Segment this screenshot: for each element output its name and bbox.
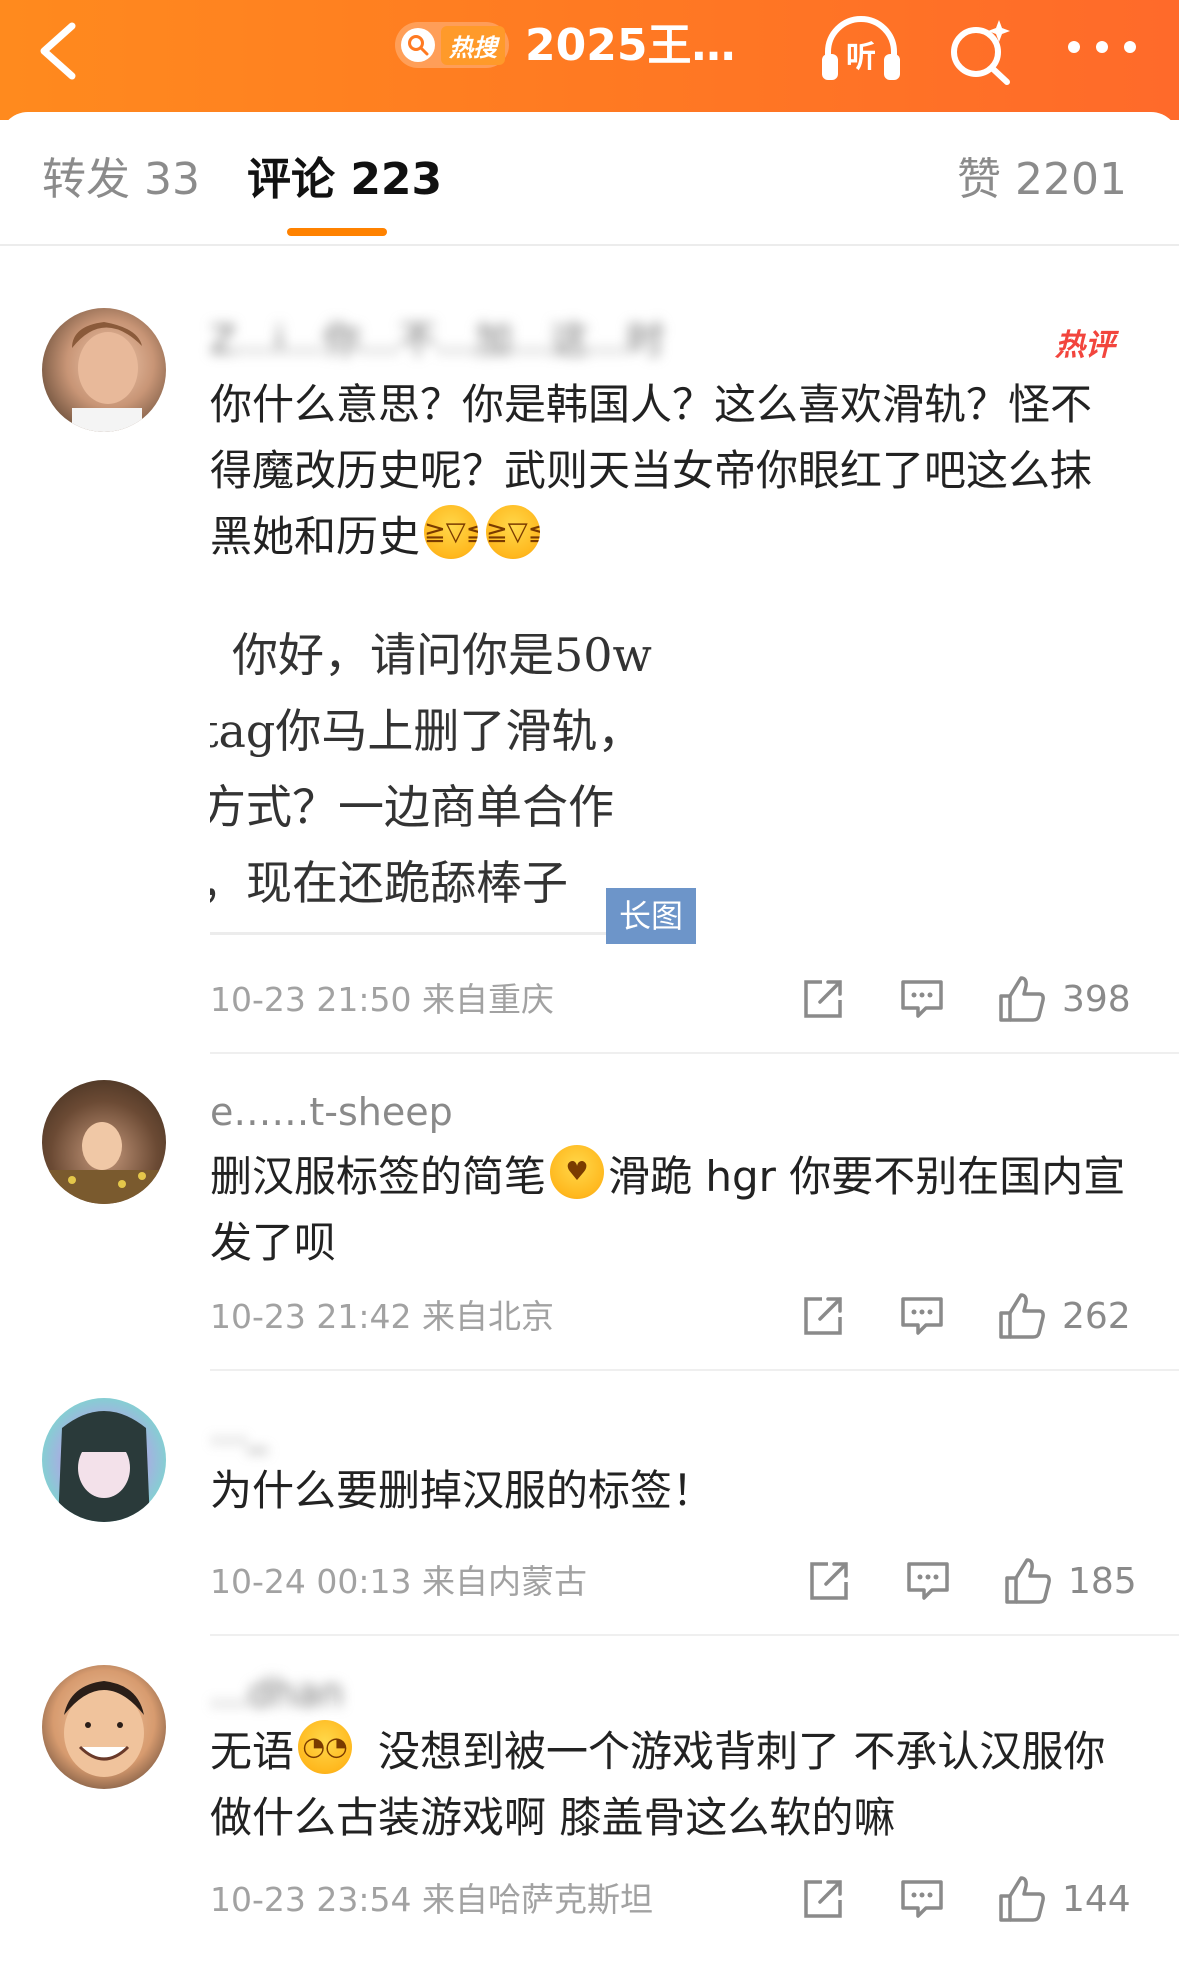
like-count: 185 [1068, 1561, 1137, 1602]
hot-search-badge: 热搜 [441, 25, 505, 65]
eye-roll-emoji-icon: ◔◔ [298, 1720, 353, 1774]
blowing-kiss-emoji-icon: ♥ [550, 1145, 605, 1199]
topic-title[interactable]: 2025王… [525, 18, 765, 74]
like-button[interactable] [1003, 1556, 1053, 1604]
comment-text-body: 你什么意思？你是韩国人？这么喜欢滑轨？怪不得魔改历史呢？武则天当女帝你眼红了吧这… [210, 380, 1093, 561]
share-button[interactable] [800, 1293, 846, 1341]
long-image-text-line: ，现在还跪舔棒子 [210, 856, 568, 910]
back-button[interactable] [34, 20, 80, 82]
avatar[interactable] [42, 1665, 166, 1789]
comment-text: 无语 ◔◔ 没想到被一个游戏背刺了 不承认汉服你做什么古装游戏啊 膝盖骨这么软的嘛 [210, 1719, 1130, 1851]
thumbs-up-icon [999, 976, 1045, 1022]
tab-bar: 转发 33 评论 223 赞 2201 [0, 112, 1179, 246]
reply-button[interactable] [898, 1876, 946, 1924]
hot-search-pill[interactable]: 热搜 [395, 22, 509, 68]
thumbs-up-icon [999, 1876, 1045, 1922]
share-button[interactable] [806, 1558, 852, 1606]
long-image-attachment[interactable]: 你好，请问你是50w tag你马上删了滑轨， 方式？一边商单合作 ，现在还跪舔棒… [210, 605, 696, 935]
comment-username[interactable]: …_ [210, 1408, 267, 1452]
top-bar: 热搜 2025王… 听 [0, 0, 1179, 120]
comment-username[interactable]: Z…ⅰ…你…不…加…这…时 [210, 318, 665, 362]
like-button[interactable] [997, 974, 1047, 1022]
share-icon [810, 1562, 848, 1600]
like-count: 262 [1062, 1296, 1131, 1337]
comment-icon [901, 1880, 943, 1918]
more-button[interactable] [1062, 32, 1142, 62]
reply-button[interactable] [904, 1558, 952, 1606]
crying-laughing-emoji-icon: ≧▽≦ [486, 505, 541, 559]
comment-meta: 10-23 23:54 来自哈萨克斯坦 [210, 1880, 653, 1919]
share-button[interactable] [800, 1876, 846, 1924]
long-image-badge: 长图 [606, 888, 696, 944]
ai-search-button[interactable] [945, 16, 1015, 86]
tab-comments[interactable]: 评论 223 [247, 150, 442, 210]
long-image-text-line: tag你马上删了滑轨， [210, 704, 644, 758]
comment-divider [210, 1052, 1179, 1054]
avatar[interactable] [42, 308, 166, 432]
comment-text-body: 无语 [210, 1727, 295, 1776]
comment-text-body: 删汉服标签的简笔 [210, 1152, 547, 1201]
listen-button[interactable]: 听 [818, 14, 904, 86]
chevron-left-icon [40, 22, 76, 80]
like-button[interactable] [997, 1291, 1047, 1339]
comment-divider [210, 1369, 1179, 1371]
avatar[interactable] [42, 1398, 166, 1522]
like-button[interactable] [997, 1874, 1047, 1922]
more-dots-icon [1068, 41, 1136, 53]
listen-label: 听 [846, 40, 876, 75]
avatar[interactable] [42, 1080, 166, 1204]
reply-button[interactable] [898, 1293, 946, 1341]
comment-icon [907, 1562, 949, 1600]
share-button[interactable] [800, 976, 846, 1024]
comment-text: 为什么要删掉汉服的标签！ [210, 1466, 715, 1515]
comment-meta: 10-23 21:42 来自北京 [210, 1297, 554, 1336]
like-count: 398 [1062, 979, 1131, 1020]
share-icon [804, 1880, 842, 1918]
like-count: 144 [1062, 1879, 1131, 1920]
comment-username[interactable]: …dhan [210, 1671, 344, 1715]
long-image-text-line: 你好，请问你是50w [232, 628, 652, 682]
comment-meta: 10-23 21:50 来自重庆 [210, 980, 554, 1019]
long-image-text-line: 方式？一边商单合作 [210, 780, 614, 834]
comment-username[interactable]: e……t-sheep [210, 1090, 453, 1134]
thumbs-up-icon [999, 1293, 1045, 1339]
crying-laughing-emoji-icon: ≧▽≦ [424, 505, 479, 559]
comment-icon [901, 1297, 943, 1335]
comment-text: 删汉服标签的简笔 ♥ 滑跪 hgr 你要不别在国内宣发了呗 [210, 1144, 1130, 1276]
comment-text: 你什么意思？你是韩国人？这么喜欢滑轨？怪不得魔改历史呢？武则天当女帝你眼红了吧这… [210, 372, 1130, 570]
comment-meta: 10-24 00:13 来自内蒙古 [210, 1562, 587, 1601]
share-icon [804, 980, 842, 1018]
search-icon [401, 28, 435, 62]
tab-reposts[interactable]: 转发 33 [42, 150, 200, 210]
reply-button[interactable] [898, 976, 946, 1024]
hot-comment-badge: 热评 [1055, 328, 1115, 363]
comment-icon [901, 980, 943, 1018]
tab-likes[interactable]: 赞 2201 [957, 150, 1127, 210]
thumbs-up-icon [1005, 1558, 1051, 1604]
active-tab-indicator [287, 228, 387, 236]
share-icon [804, 1297, 842, 1335]
sparkle-search-icon [951, 20, 1010, 85]
comment-divider [210, 1634, 1179, 1636]
